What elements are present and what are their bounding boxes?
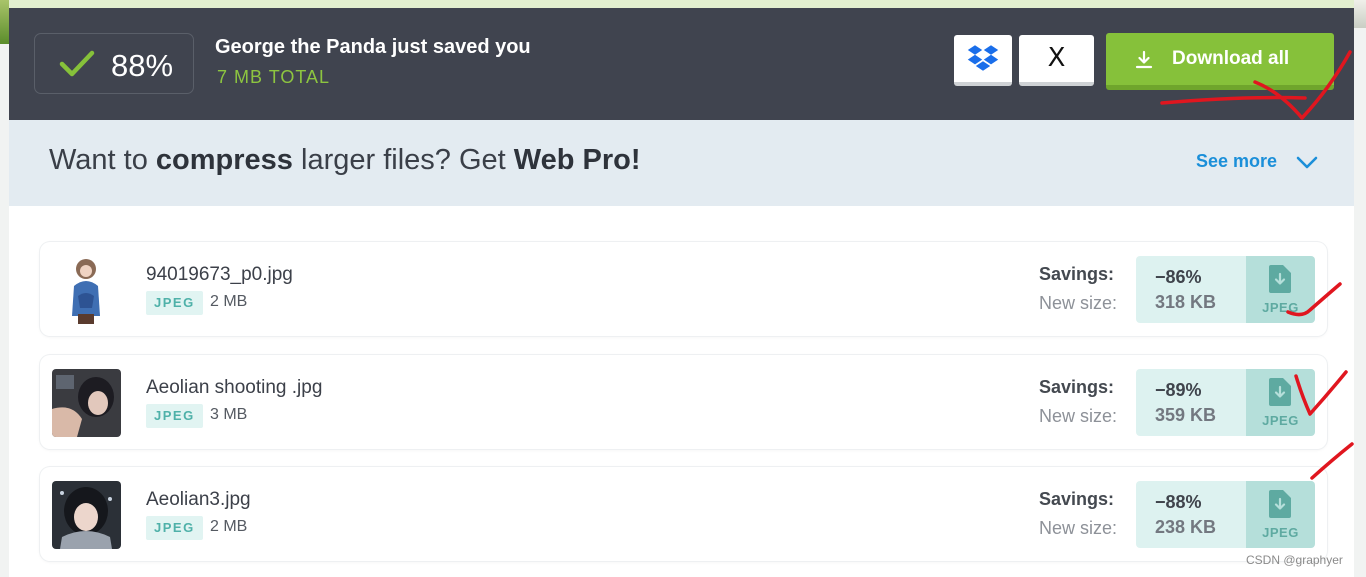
- savings-percent: 88%: [111, 48, 174, 83]
- see-more-link[interactable]: See more: [1196, 151, 1277, 172]
- savings-label: Savings:: [1039, 489, 1115, 509]
- file-row: 94019673_p0.jpg JPEG 2 MB Savings: New s…: [40, 242, 1327, 336]
- original-size: 2 MB: [210, 518, 248, 535]
- chevron-down-icon[interactable]: [1294, 153, 1320, 171]
- new-size-value: 359 KB: [1155, 405, 1217, 425]
- download-all-label: Download all: [1172, 48, 1290, 69]
- watermark: CSDN @graphyer: [1246, 553, 1343, 567]
- file-name: 94019673_p0.jpg: [146, 264, 293, 285]
- background-edge-left: [0, 0, 9, 577]
- file-download-icon: [1269, 265, 1291, 293]
- file-type-badge: JPEG: [146, 516, 203, 540]
- promo-prefix: Want to: [49, 144, 156, 176]
- promo-bold-compress: compress: [155, 144, 293, 176]
- file-name: Aeolian shooting .jpg: [146, 377, 323, 398]
- dropbox-button[interactable]: [954, 35, 1012, 86]
- new-size-value: 238 KB: [1155, 517, 1217, 537]
- download-all-button[interactable]: Download all: [1106, 33, 1334, 90]
- file-download-icon: [1269, 490, 1291, 518]
- x-logo-icon: X: [1047, 43, 1066, 73]
- promo-bold-webpro: Web Pro!: [513, 144, 641, 176]
- promo-banner: Want to compress larger files? Get Web P…: [9, 120, 1354, 206]
- new-size-label: New size:: [1039, 293, 1118, 313]
- summary-bar: 88% George the Panda just saved you 7 MB…: [9, 8, 1354, 120]
- background-strip: [0, 0, 1366, 8]
- background-grass-left: [0, 0, 9, 44]
- promo-text: Want to compress larger files? Get Web P…: [49, 144, 641, 177]
- savings-percent: −86%: [1155, 267, 1202, 287]
- savings-label: Savings:: [1039, 264, 1115, 284]
- download-file-label: JPEG: [1262, 300, 1299, 315]
- promo-middle: larger files? Get: [292, 144, 514, 176]
- savings-percent-box: 88%: [34, 33, 194, 94]
- result-box: −88% 238 KB: [1136, 481, 1246, 548]
- download-file-label: JPEG: [1262, 525, 1299, 540]
- download-file-button[interactable]: JPEG: [1246, 481, 1315, 548]
- new-size-value: 318 KB: [1155, 292, 1217, 312]
- download-file-button[interactable]: JPEG: [1246, 256, 1315, 323]
- x-share-button[interactable]: X: [1019, 35, 1094, 86]
- file-row: Aeolian3.jpg JPEG 2 MB Savings: New size…: [40, 467, 1327, 561]
- file-download-icon: [1269, 378, 1291, 406]
- file-thumbnail: [52, 369, 121, 437]
- dropbox-icon: [967, 45, 999, 71]
- file-thumbnail: [52, 481, 121, 549]
- original-size: 2 MB: [210, 293, 248, 310]
- savings-percent: −89%: [1155, 380, 1202, 400]
- saved-title: George the Panda just saved you: [215, 36, 531, 58]
- download-file-button[interactable]: JPEG: [1246, 369, 1315, 436]
- result-box: −86% 318 KB: [1136, 256, 1246, 323]
- file-type-badge: JPEG: [146, 291, 203, 315]
- file-name: Aeolian3.jpg: [146, 489, 251, 510]
- background-edge-right: [1354, 0, 1366, 577]
- check-icon: [59, 50, 95, 77]
- download-icon: [1135, 50, 1153, 69]
- savings-percent: −88%: [1155, 492, 1202, 512]
- file-row: Aeolian shooting .jpg JPEG 3 MB Savings:…: [40, 355, 1327, 449]
- new-size-label: New size:: [1039, 518, 1118, 538]
- results-panel: 88% George the Panda just saved you 7 MB…: [9, 8, 1354, 577]
- savings-label: Savings:: [1039, 377, 1115, 397]
- original-size: 3 MB: [210, 406, 248, 423]
- download-file-label: JPEG: [1262, 413, 1299, 428]
- result-box: −89% 359 KB: [1136, 369, 1246, 436]
- saved-total: 7 MB TOTAL: [217, 67, 331, 87]
- new-size-label: New size:: [1039, 406, 1118, 426]
- background-grass-right: [1354, 0, 1366, 28]
- file-thumbnail: [52, 256, 121, 324]
- file-type-badge: JPEG: [146, 404, 203, 428]
